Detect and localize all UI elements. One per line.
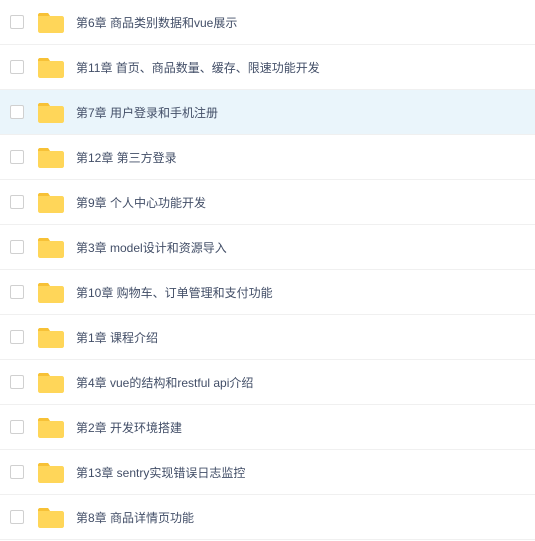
folder-icon: [38, 146, 64, 168]
file-row[interactable]: 第12章 第三方登录: [0, 135, 535, 180]
file-row[interactable]: 第9章 个人中心功能开发: [0, 180, 535, 225]
file-name: 第8章 商品详情页功能: [76, 509, 194, 526]
file-row[interactable]: 第10章 购物车、订单管理和支付功能: [0, 270, 535, 315]
folder-icon: [38, 326, 64, 348]
folder-icon: [38, 281, 64, 303]
file-name: 第12章 第三方登录: [76, 149, 177, 166]
checkbox[interactable]: [10, 15, 24, 29]
file-row[interactable]: 第3章 model设计和资源导入: [0, 225, 535, 270]
file-name: 第11章 首页、商品数量、缓存、限速功能开发: [76, 59, 320, 76]
file-name: 第1章 课程介绍: [76, 329, 158, 346]
file-name: 第9章 个人中心功能开发: [76, 194, 206, 211]
folder-icon: [38, 416, 64, 438]
file-row[interactable]: 第1章 课程介绍: [0, 315, 535, 360]
checkbox[interactable]: [10, 150, 24, 164]
file-name: 第2章 开发环境搭建: [76, 419, 182, 436]
file-row[interactable]: 第8章 商品详情页功能: [0, 495, 535, 540]
file-name: 第13章 sentry实现错误日志监控: [76, 464, 245, 481]
checkbox[interactable]: [10, 240, 24, 254]
folder-icon: [38, 101, 64, 123]
file-row[interactable]: 第13章 sentry实现错误日志监控: [0, 450, 535, 495]
checkbox[interactable]: [10, 465, 24, 479]
file-row[interactable]: 第11章 首页、商品数量、缓存、限速功能开发: [0, 45, 535, 90]
file-row[interactable]: 第7章 用户登录和手机注册: [0, 90, 535, 135]
checkbox[interactable]: [10, 420, 24, 434]
checkbox[interactable]: [10, 60, 24, 74]
file-list: 第6章 商品类别数据和vue展示 第11章 首页、商品数量、缓存、限速功能开发 …: [0, 0, 535, 540]
folder-icon: [38, 191, 64, 213]
folder-icon: [38, 236, 64, 258]
folder-icon: [38, 506, 64, 528]
folder-icon: [38, 56, 64, 78]
folder-icon: [38, 461, 64, 483]
checkbox[interactable]: [10, 195, 24, 209]
checkbox[interactable]: [10, 375, 24, 389]
file-name: 第6章 商品类别数据和vue展示: [76, 14, 237, 31]
file-name: 第10章 购物车、订单管理和支付功能: [76, 284, 273, 301]
file-name: 第4章 vue的结构和restful api介绍: [76, 374, 253, 391]
file-name: 第7章 用户登录和手机注册: [76, 104, 218, 121]
file-row[interactable]: 第6章 商品类别数据和vue展示: [0, 0, 535, 45]
file-row[interactable]: 第4章 vue的结构和restful api介绍: [0, 360, 535, 405]
folder-icon: [38, 371, 64, 393]
checkbox[interactable]: [10, 510, 24, 524]
folder-icon: [38, 11, 64, 33]
file-row[interactable]: 第2章 开发环境搭建: [0, 405, 535, 450]
checkbox[interactable]: [10, 330, 24, 344]
file-name: 第3章 model设计和资源导入: [76, 239, 227, 256]
checkbox[interactable]: [10, 285, 24, 299]
checkbox[interactable]: [10, 105, 24, 119]
